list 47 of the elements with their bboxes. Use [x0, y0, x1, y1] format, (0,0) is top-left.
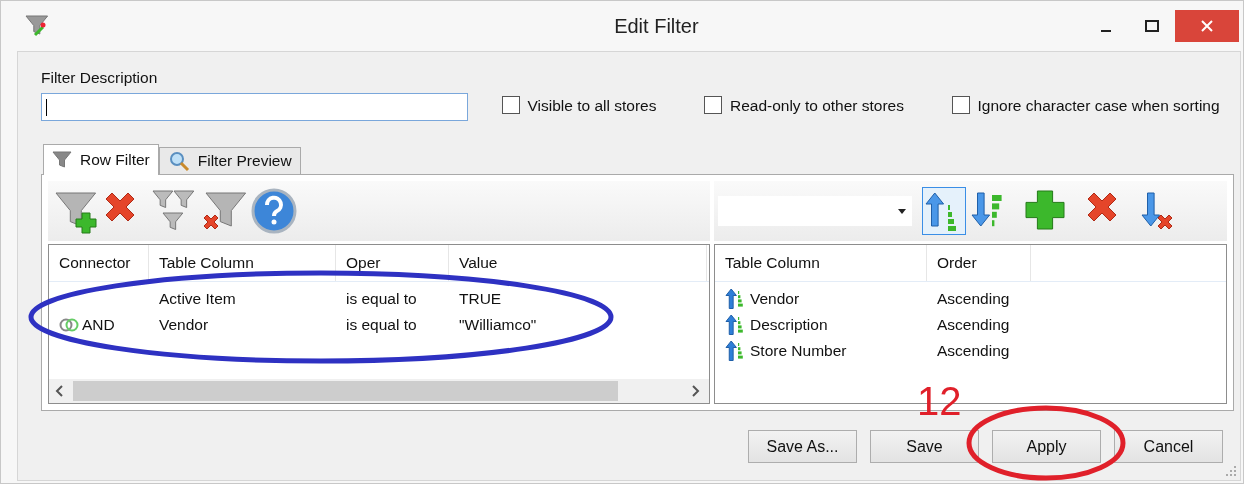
maximize-icon	[1145, 20, 1160, 32]
dialog-button[interactable]: Apply	[992, 430, 1101, 463]
table-cell-text: AND	[82, 315, 115, 336]
table-cell-text: "Williamco"	[459, 315, 537, 336]
field-label: Filter Description	[41, 68, 159, 88]
checkbox-label: Ignore character case when sorting	[977, 95, 1220, 116]
help-icon[interactable]	[250, 187, 298, 235]
checkbox-label: Read-only to other stores	[729, 95, 904, 116]
step-number: 12	[917, 381, 962, 421]
table-cell-text: is equal to	[346, 315, 417, 336]
window-title: Edit Filter	[613, 14, 700, 39]
table-cell-text: Vendor	[159, 315, 209, 336]
app-icon	[23, 13, 50, 39]
funnel-icon	[52, 150, 72, 170]
table-cell-text: Ascending	[937, 315, 1010, 336]
checkbox[interactable]	[952, 96, 970, 115]
checkbox[interactable]	[704, 96, 723, 115]
dialog-button[interactable]: Cancel	[1114, 430, 1223, 463]
tab[interactable]: Filter Preview	[158, 147, 301, 174]
column-header[interactable]: Connector	[49, 245, 149, 281]
table-cell-text: Vendor	[750, 289, 800, 310]
search-icon	[167, 150, 190, 172]
scrollbar-thumb[interactable]	[72, 381, 618, 401]
caret-icon	[898, 208, 906, 214]
dialog-button[interactable]: Save	[870, 430, 979, 463]
dialog-button[interactable]: Save As...	[748, 430, 857, 463]
close-icon	[1200, 19, 1215, 33]
table-cell-text: Description	[750, 315, 828, 336]
checkbox[interactable]	[502, 96, 520, 115]
tab[interactable]: Row Filter	[43, 144, 159, 175]
minimize-icon	[1101, 30, 1112, 32]
table-cell-text: Ascending	[937, 341, 1010, 362]
table-cell-text: Active Item	[159, 289, 236, 310]
column-header[interactable]: Table Column	[149, 245, 336, 281]
resize-grip-icon[interactable]	[1225, 465, 1237, 477]
table-cell-text: Ascending	[937, 289, 1010, 310]
table-cell-text: Store Number	[750, 341, 847, 362]
column-header[interactable]: Table Column	[715, 245, 927, 281]
checkbox-label: Visible to all stores	[527, 95, 657, 116]
column-header[interactable]: Value	[449, 245, 707, 281]
table-cell-text: TRUE	[459, 289, 502, 310]
table-cell-text: is equal to	[346, 289, 417, 310]
column-header[interactable]: Oper	[336, 245, 449, 281]
column-header[interactable]: Order	[927, 245, 1031, 281]
rings-icon	[59, 317, 79, 332]
description-field[interactable]	[41, 93, 468, 121]
close-button[interactable]	[1175, 10, 1240, 42]
